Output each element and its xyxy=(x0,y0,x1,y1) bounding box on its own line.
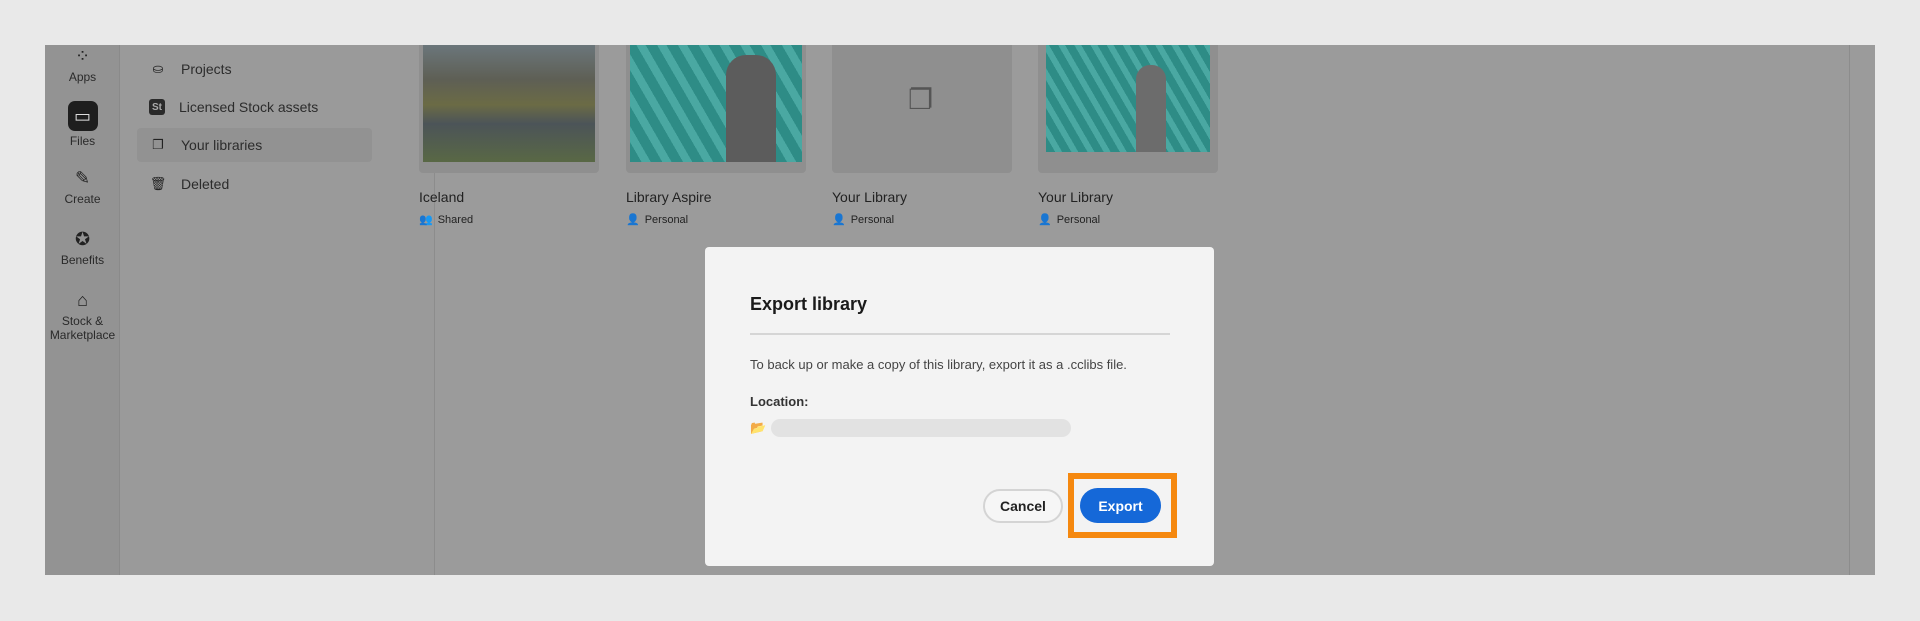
folder-open-icon: 📂 xyxy=(750,420,767,435)
library-icon: ❐ xyxy=(152,137,164,152)
rail-label: Apps xyxy=(68,70,97,84)
dialog-title: Export library xyxy=(750,294,868,314)
library-card[interactable]: Iceland 👥 Shared xyxy=(419,45,599,226)
export-button[interactable]: Export xyxy=(1080,488,1161,523)
sidebar-item-label: Deleted xyxy=(181,176,230,192)
location-label: Location: xyxy=(750,394,809,409)
card-sharing: 👥 Shared xyxy=(419,213,599,227)
folder-icon: ▭ xyxy=(67,101,98,131)
sidebar-item-label: Projects xyxy=(181,61,232,77)
divider xyxy=(750,333,1170,335)
scrollbar[interactable] xyxy=(1849,45,1850,575)
sharing-label: Personal xyxy=(1056,213,1101,226)
rail-item-apps[interactable]: ⁘ Apps xyxy=(45,45,120,84)
projects-icon: ⛀ xyxy=(152,61,164,76)
sidebar-item-label: Licensed Stock assets xyxy=(179,99,319,115)
sidebar-item-deleted[interactable]: 🗑 Deleted xyxy=(137,167,372,201)
card-sharing: 👤 Personal xyxy=(626,213,806,227)
user-icon: 👤 xyxy=(626,214,640,226)
library-thumbnail: ❐ xyxy=(832,45,1012,173)
rail-item-create[interactable]: ✎ Create xyxy=(45,167,120,206)
library-card[interactable]: Your Library 👤 Personal xyxy=(1038,45,1218,226)
user-icon: 👤 xyxy=(1038,214,1052,226)
card-title: Library Aspire xyxy=(626,189,712,205)
rail-label: Create xyxy=(64,192,101,206)
card-title: Your Library xyxy=(1038,189,1113,205)
location-path xyxy=(771,419,1071,437)
library-thumbnail xyxy=(419,45,599,173)
library-thumbnail xyxy=(626,45,806,173)
library-placeholder-icon: ❐ xyxy=(908,84,934,115)
trash-icon: 🗑 xyxy=(149,176,167,191)
sidebar-item-your-libraries[interactable]: ❐ Your libraries xyxy=(137,128,372,162)
card-title: Iceland xyxy=(419,189,465,205)
export-library-dialog: Export library To back up or make a copy… xyxy=(705,247,1214,566)
dialog-description: To back up or make a copy of this librar… xyxy=(750,357,1127,372)
sidebar: ⛀ Projects St Licensed Stock assets ❐ Your … xyxy=(120,45,435,575)
apps-icon: ⁘ xyxy=(74,46,91,66)
user-icon: 👤 xyxy=(832,214,846,226)
sharing-label: Shared xyxy=(437,213,474,226)
card-title: Your Library xyxy=(832,189,907,205)
stock-icon: St xyxy=(149,99,165,115)
create-icon: ✎ xyxy=(74,168,91,188)
sidebar-item-projects[interactable]: ⛀ Projects xyxy=(137,52,372,86)
store-icon: ⌂ xyxy=(77,290,88,310)
app-rail: ⁘ Apps ▭ Files ✎ Create ✪ Benefits ⌂ Stock & … xyxy=(45,45,120,575)
card-sharing: 👤 Personal xyxy=(1038,213,1218,227)
rail-item-stock[interactable]: ⌂ Stock & Marketplace xyxy=(45,289,120,342)
sharing-label: Personal xyxy=(644,213,689,226)
rail-label: Benefits xyxy=(60,253,105,267)
sharing-label: Personal xyxy=(850,213,895,226)
library-card[interactable]: ❐ Your Library 👤 Personal xyxy=(832,45,1012,226)
library-card[interactable]: Library Aspire 👤 Personal xyxy=(626,45,806,226)
sidebar-item-label: Your libraries xyxy=(181,137,263,153)
rail-label: Files xyxy=(69,134,96,148)
rail-label: Stock & Marketplace xyxy=(49,314,116,342)
shared-user-icon: 👥 xyxy=(419,214,433,226)
cancel-button[interactable]: Cancel xyxy=(983,489,1063,523)
card-sharing: 👤 Personal xyxy=(832,213,1012,227)
sidebar-item-licensed-stock[interactable]: St Licensed Stock assets xyxy=(137,90,372,124)
library-thumbnail xyxy=(1038,45,1218,173)
rail-item-benefits[interactable]: ✪ Benefits xyxy=(45,228,120,267)
award-icon: ✪ xyxy=(74,229,91,249)
rail-item-files[interactable]: ▭ Files xyxy=(45,101,120,148)
